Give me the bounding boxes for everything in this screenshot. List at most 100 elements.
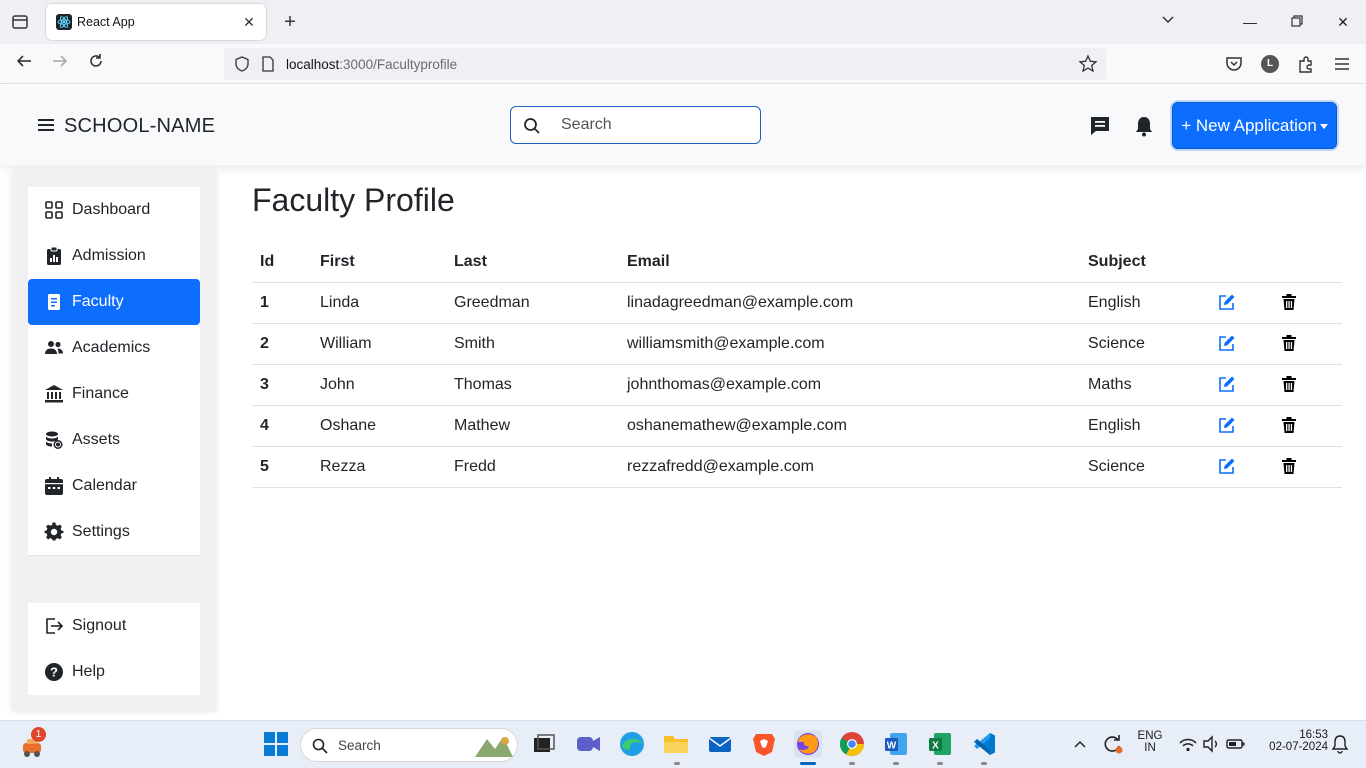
people-icon: [45, 341, 63, 354]
trash-icon[interactable]: [1280, 375, 1298, 393]
trash-icon[interactable]: [1280, 416, 1298, 434]
messages-icon[interactable]: [1089, 115, 1111, 137]
table-row: 5 Rezza Fredd rezzafredd@example.com Sci…: [252, 446, 1342, 488]
edit-icon[interactable]: [1218, 334, 1236, 352]
sidebar-item-admission[interactable]: Admission: [28, 233, 200, 279]
sidebar-item-academics[interactable]: Academics: [28, 325, 200, 371]
sidebar-item-signout[interactable]: Signout: [28, 603, 200, 649]
column-header-edit: [1210, 242, 1272, 283]
extensions-icon[interactable]: [1296, 54, 1316, 74]
url-bar[interactable]: localhost:3000/Facultyprofile: [224, 48, 1106, 80]
bank-icon: [45, 385, 63, 403]
cell-id: 3: [252, 364, 312, 406]
edit-icon[interactable]: [1218, 416, 1236, 434]
cell-first: Linda: [312, 282, 446, 324]
bookmark-star-icon[interactable]: [1078, 54, 1098, 74]
taskbar-search[interactable]: Search: [300, 728, 518, 762]
notification-center-bell-icon[interactable]: [1326, 730, 1354, 758]
brave-icon[interactable]: [750, 730, 778, 758]
profile-avatar[interactable]: L: [1261, 55, 1279, 73]
cell-email: rezzafredd@example.com: [619, 446, 1080, 488]
edge-icon[interactable]: [618, 730, 646, 758]
task-view-icon[interactable]: [530, 730, 558, 758]
chrome-icon[interactable]: [838, 730, 866, 758]
column-header-id: Id: [252, 242, 312, 283]
page-icon[interactable]: [260, 56, 276, 72]
forward-icon[interactable]: [48, 52, 72, 76]
show-hidden-icons-chevron-icon[interactable]: [1066, 730, 1094, 758]
minimize-icon[interactable]: —: [1238, 10, 1262, 34]
trash-icon[interactable]: [1280, 334, 1298, 352]
sidebar-item-settings[interactable]: Settings: [28, 509, 200, 555]
cell-email: oshanemathew@example.com: [619, 405, 1080, 447]
edit-icon[interactable]: [1218, 293, 1236, 311]
table-header-row: Id First Last Email Subject: [252, 242, 1342, 283]
running-indicator: [981, 762, 987, 765]
edit-icon[interactable]: [1218, 375, 1236, 393]
sidebar-item-faculty[interactable]: Faculty: [28, 279, 200, 325]
column-header-delete: [1272, 242, 1342, 283]
pocket-icon[interactable]: [1224, 54, 1244, 74]
column-header-first: First: [312, 242, 446, 283]
new-tab-icon[interactable]: +: [280, 12, 300, 32]
close-window-icon[interactable]: ✕: [1331, 10, 1355, 34]
calendar-icon: [45, 477, 63, 495]
trash-icon[interactable]: [1280, 457, 1298, 475]
excel-icon[interactable]: X: [926, 730, 954, 758]
search-box[interactable]: [510, 106, 761, 144]
sidebar-item-help[interactable]: ? Help: [28, 649, 200, 695]
grid-icon: [45, 201, 63, 219]
sidebar-item-dashboard[interactable]: Dashboard: [28, 187, 200, 233]
school-name[interactable]: SCHOOL-NAME: [64, 115, 215, 138]
gear-icon: [44, 522, 64, 541]
database-coins-icon: [46, 431, 63, 449]
clock[interactable]: 16:53 02-07-2024: [1256, 729, 1328, 753]
vscode-icon[interactable]: [970, 730, 998, 758]
sidebar-item-finance[interactable]: Finance: [28, 371, 200, 417]
document-icon: [48, 294, 60, 310]
battery-icon[interactable]: [1222, 730, 1250, 758]
cell-delete: [1272, 405, 1342, 447]
column-header-subject: Subject: [1080, 242, 1210, 283]
browser-tab[interactable]: React App ✕: [46, 4, 266, 40]
search-input[interactable]: [561, 114, 751, 136]
sidebar-item-label: Admission: [72, 247, 146, 264]
trash-icon[interactable]: [1280, 293, 1298, 311]
edit-icon[interactable]: [1218, 457, 1236, 475]
windows-start-icon[interactable]: [262, 730, 290, 758]
tab-list-icon[interactable]: [8, 10, 32, 34]
sidebar-item-assets[interactable]: Assets: [28, 417, 200, 463]
mail-icon[interactable]: [706, 730, 734, 758]
sidebar-item-label: Settings: [72, 523, 130, 540]
meet-icon[interactable]: [574, 730, 602, 758]
back-icon[interactable]: [12, 52, 36, 76]
cell-last: Greedman: [446, 282, 619, 324]
word-icon[interactable]: W: [882, 730, 910, 758]
faculty-table: Id First Last Email Subject 1 Linda Gree…: [252, 242, 1342, 488]
browser-nav-bar: localhost:3000/Facultyprofile: [0, 44, 1366, 84]
list-all-tabs-icon[interactable]: [1156, 10, 1180, 34]
shield-icon[interactable]: [234, 56, 250, 72]
table-row: 1 Linda Greedman linadagreedman@example.…: [252, 282, 1342, 324]
new-application-dropdown-button[interactable]: + New Application: [1172, 102, 1337, 149]
hamburger-menu-icon[interactable]: [38, 118, 54, 132]
sidebar-item-label: Assets: [72, 431, 121, 448]
file-explorer-icon[interactable]: [662, 730, 690, 758]
language-indicator[interactable]: ENG IN: [1133, 730, 1167, 754]
firefox-icon[interactable]: [794, 730, 822, 758]
cell-subject: Science: [1080, 323, 1210, 365]
sync-update-icon[interactable]: [1098, 730, 1126, 758]
cell-delete: [1272, 323, 1342, 365]
app-menu-icon[interactable]: [1332, 54, 1352, 74]
running-indicator: [937, 762, 943, 765]
cell-delete: [1272, 446, 1342, 488]
notifications-bell-icon[interactable]: [1133, 115, 1155, 137]
sidebar-item-calendar[interactable]: Calendar: [28, 463, 200, 509]
restore-icon[interactable]: [1285, 10, 1309, 34]
question-circle-icon: ?: [45, 663, 63, 681]
browser-tab-bar: React App ✕ + — ✕: [0, 0, 1366, 44]
running-indicator: [849, 762, 855, 765]
cell-last: Thomas: [446, 364, 619, 406]
close-tab-icon[interactable]: ✕: [240, 13, 258, 31]
reload-icon[interactable]: [84, 52, 108, 76]
